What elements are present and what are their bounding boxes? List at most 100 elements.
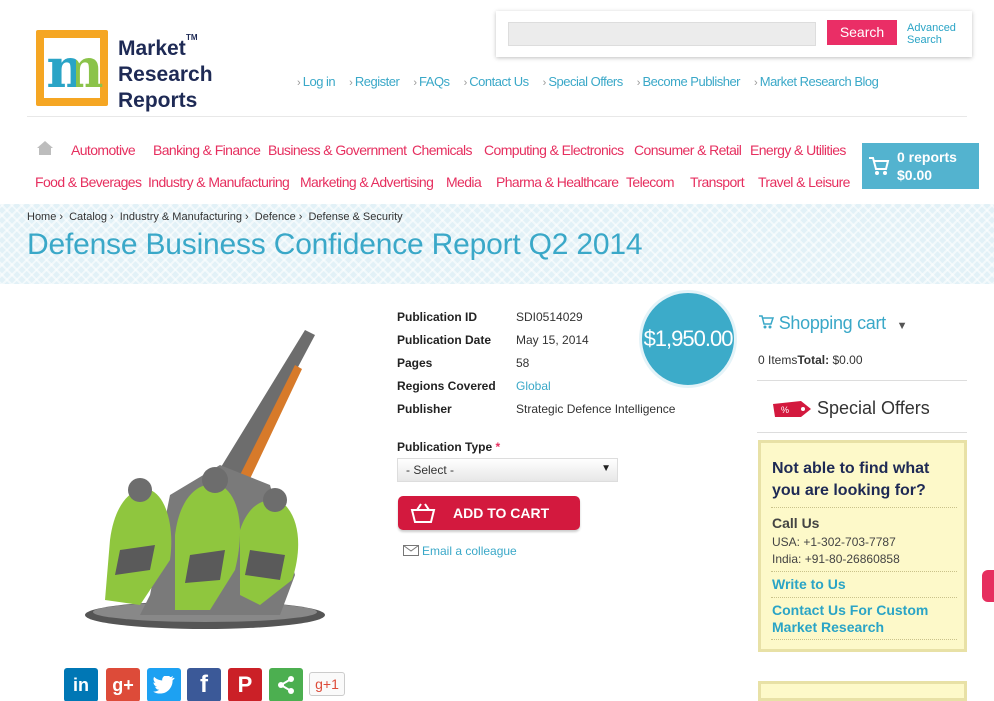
cart-icon (869, 157, 890, 175)
category-automotive[interactable]: Automotive (71, 142, 136, 158)
contact-custom-link[interactable]: Contact Us For Custom Market Research (772, 602, 952, 636)
logo-line-2: Research (118, 63, 213, 86)
category-energy[interactable]: Energy & Utilities (750, 142, 846, 158)
sidebar-cart-title[interactable]: Shopping cart ▼ (758, 313, 907, 334)
feedback-tab[interactable] (982, 570, 994, 602)
product-image (85, 330, 325, 629)
sidebar-cart-summary: 0 ItemsTotal: $0.00 (758, 353, 863, 367)
help-divider (771, 507, 957, 508)
share-icon[interactable] (269, 668, 303, 701)
category-travel[interactable]: Travel & Leisure (758, 174, 850, 190)
category-chemicals[interactable]: Chemicals (412, 142, 473, 158)
help-box: Not able to find what you are looking fo… (758, 440, 967, 652)
linkedin-icon[interactable]: in (64, 668, 98, 701)
pinterest-icon[interactable]: P (228, 668, 262, 701)
chevron-down-icon[interactable]: ▼ (897, 320, 908, 332)
region-link[interactable]: Global (516, 375, 551, 398)
logo-wordmark[interactable]: Market Research Reports (118, 36, 213, 114)
header-divider (27, 116, 967, 117)
special-offers-heading[interactable]: Special Offers (817, 398, 930, 419)
nav-special-offers[interactable]: Special Offers (543, 74, 623, 89)
breadcrumb: Home › Catalog › Industry & Manufacturing ›… (27, 211, 403, 223)
google-plus-icon[interactable]: g+ (106, 668, 140, 701)
crumb-catalog[interactable]: Catalog (69, 211, 107, 223)
detail-value: SDI0514029 (516, 310, 583, 324)
page-title: Defense Business Confidence Report Q2 20… (27, 228, 643, 261)
nav-login[interactable]: Log in (297, 74, 336, 89)
cart-items-count: 0 Items (758, 353, 798, 367)
detail-label: Publication Date (397, 333, 492, 347)
search-input[interactable] (508, 22, 816, 46)
publication-type-text: Publication Type (397, 440, 493, 454)
category-transport[interactable]: Transport (690, 174, 745, 190)
crumb-defence[interactable]: Defence (255, 211, 296, 223)
detail-label: Publication ID (397, 310, 478, 324)
select-value: - Select - (406, 463, 455, 477)
sidebar-cart-label: Shopping cart (778, 313, 886, 333)
svg-text:%: % (781, 405, 789, 415)
price-tag-icon: % (773, 401, 811, 417)
phone-usa: USA: +1-302-703-7787 (772, 535, 896, 549)
category-telecom[interactable]: Telecom (626, 174, 675, 190)
dropdown-arrow-icon: ▼ (601, 463, 611, 474)
cart-reports: 0 reports (897, 149, 957, 165)
nav-blog[interactable]: Market Research Blog (754, 74, 879, 89)
category-marketing[interactable]: Marketing & Advertising (300, 174, 434, 190)
detail-label: Regions Covered (397, 379, 496, 393)
search-button[interactable]: Search (827, 20, 897, 45)
category-food[interactable]: Food & Beverages (35, 174, 142, 190)
crumb-home[interactable]: Home (27, 211, 56, 223)
category-computing[interactable]: Computing & Electronics (484, 142, 624, 158)
help-question: Not able to find what you are looking fo… (772, 460, 930, 499)
cart-total: $0.00 (897, 167, 933, 183)
call-us-heading: Call Us (772, 515, 820, 531)
sidebar-divider (757, 380, 967, 381)
detail-value: May 15, 2014 (516, 333, 589, 347)
nav-faqs[interactable]: FAQs (413, 74, 450, 89)
logo-tm: TM (186, 33, 198, 42)
crumb-industry[interactable]: Industry & Manufacturing (120, 211, 242, 223)
help-divider (771, 639, 957, 640)
detail-label: Publisher (397, 402, 452, 416)
basket-icon (410, 503, 436, 523)
gplus-one-button[interactable]: g+1 (309, 672, 345, 696)
category-media[interactable]: Media (446, 174, 482, 190)
write-to-us-link[interactable]: Write to Us (772, 576, 846, 593)
header-cart[interactable]: 0 reports $0.00 (862, 143, 979, 189)
detail-value: Strategic Defence Intelligence (516, 402, 676, 416)
top-nav: Log in Register FAQs Contact Us Special … (297, 74, 879, 89)
cart-total-value: $0.00 (829, 353, 863, 367)
add-to-cart-button[interactable]: ADD TO CART (398, 496, 580, 530)
category-business[interactable]: Business & Government (268, 142, 407, 158)
cart-total-label: Total: (797, 353, 830, 367)
logo-line-3: Reports (118, 89, 198, 112)
category-industry[interactable]: Industry & Manufacturing (148, 174, 290, 190)
email-colleague-label: Email a colleague (422, 544, 517, 558)
nav-contact[interactable]: Contact Us (464, 74, 529, 89)
sidebar-box (758, 681, 967, 701)
nav-become-publisher[interactable]: Become Publisher (637, 74, 741, 89)
price-badge: $1,950.00 (639, 290, 737, 388)
add-to-cart-label: ADD TO CART (453, 505, 550, 521)
detail-label: Pages (397, 356, 433, 370)
publication-type-label: Publication Type * (397, 440, 500, 454)
envelope-icon (403, 545, 419, 556)
crumb-defense-security[interactable]: Defense & Security (308, 211, 402, 223)
nav-register[interactable]: Register (349, 74, 400, 89)
category-pharma[interactable]: Pharma & Healthcare (496, 174, 619, 190)
advanced-search-link[interactable]: Advanced Search (907, 22, 963, 46)
phone-india: India: +91-80-26860858 (772, 552, 900, 566)
facebook-icon[interactable]: f (187, 668, 221, 701)
required-marker: * (495, 440, 501, 454)
publication-type-select[interactable]: - Select - ▼ (397, 458, 618, 482)
help-divider (771, 571, 957, 572)
sidebar-divider (757, 432, 967, 433)
category-consumer[interactable]: Consumer & Retail (634, 142, 742, 158)
twitter-icon[interactable] (147, 668, 181, 701)
email-colleague-link[interactable]: Email a colleague (403, 544, 517, 558)
category-banking[interactable]: Banking & Finance (153, 142, 261, 158)
home-icon[interactable] (36, 140, 54, 156)
logo-line-1: Market (118, 37, 186, 60)
help-divider (771, 597, 957, 598)
logo-letter: m (42, 38, 104, 98)
